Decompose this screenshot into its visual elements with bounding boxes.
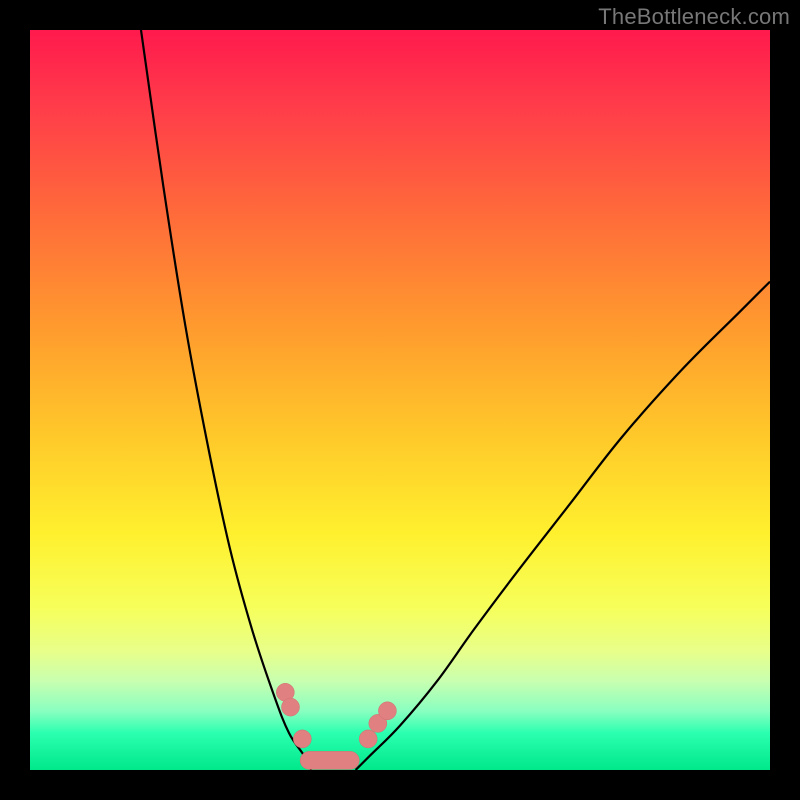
watermark-text: TheBottleneck.com xyxy=(598,4,790,30)
marker-dot xyxy=(378,702,396,720)
marker-bottom-pill xyxy=(300,751,359,769)
marker-dot xyxy=(359,730,377,748)
curve-right xyxy=(356,282,770,770)
marker-dot xyxy=(293,730,311,748)
chart-svg xyxy=(30,30,770,770)
marker-dot xyxy=(281,698,299,716)
curve-left xyxy=(141,30,311,770)
marker-group-right xyxy=(359,702,396,748)
